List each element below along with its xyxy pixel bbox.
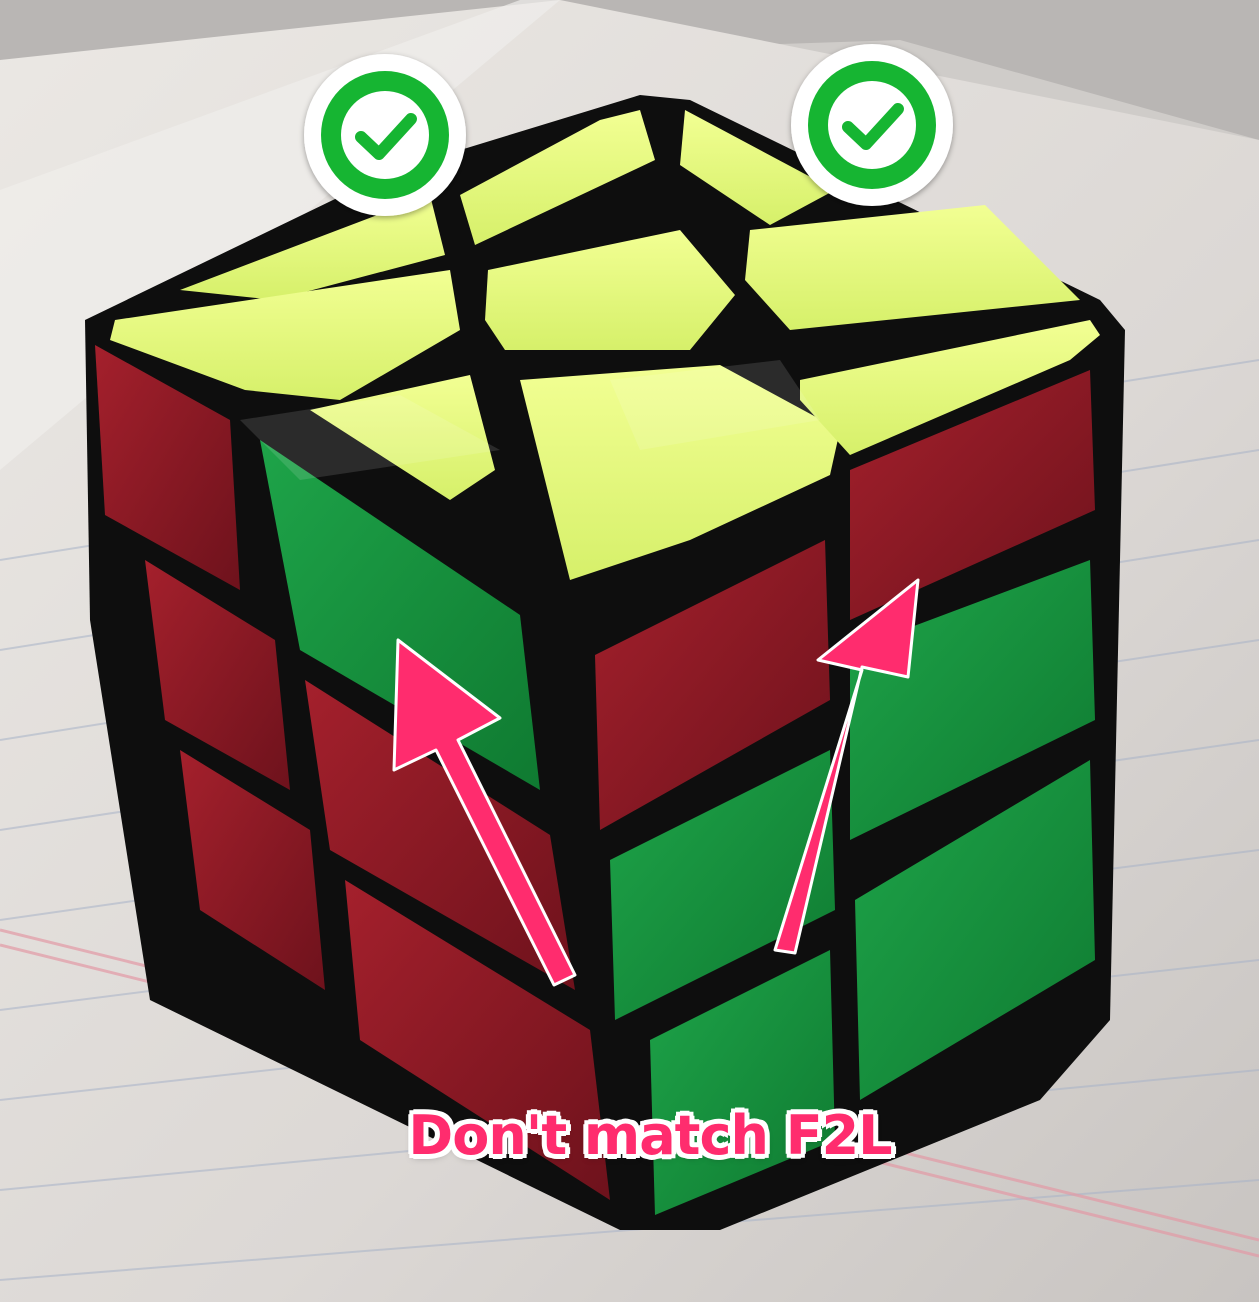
check-badge-left	[304, 54, 466, 216]
check-badge-right	[791, 44, 953, 206]
annotation-caption: Don't match F2L	[408, 1104, 892, 1167]
